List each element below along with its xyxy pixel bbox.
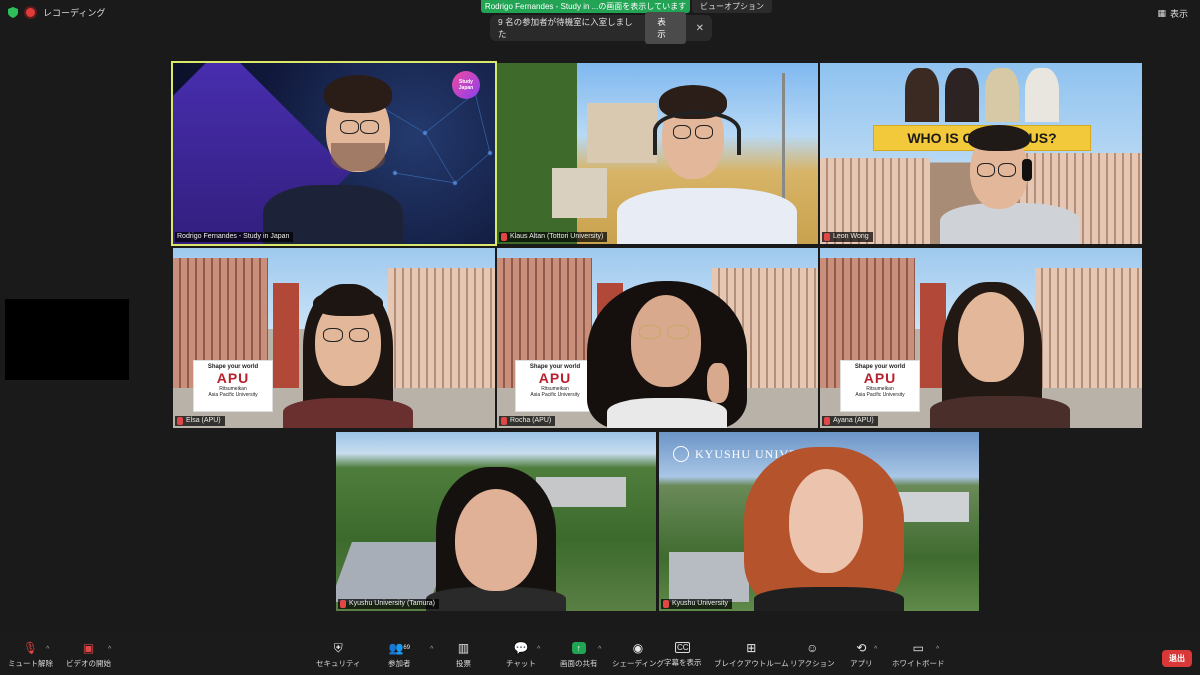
- share-options-caret[interactable]: ^: [598, 646, 601, 653]
- participant-name: Leon Wong: [833, 233, 869, 240]
- participant-name: Klaus Altan (Tottori University): [510, 233, 604, 240]
- grid-icon: ▦: [1157, 8, 1166, 18]
- recording-indicator[interactable]: レコーディング: [8, 6, 105, 19]
- mic-off-icon: 🎙: [22, 641, 39, 655]
- showing-button[interactable]: ◉ シェーディング: [612, 641, 664, 669]
- view-options-button[interactable]: ビューオプション: [692, 0, 772, 13]
- participant-video: [607, 63, 807, 244]
- captions-icon: CC: [675, 642, 691, 653]
- polls-button[interactable]: ▥ 投票: [456, 641, 471, 669]
- shield-icon[interactable]: [8, 7, 18, 18]
- captions-button[interactable]: CC 字幕を表示: [664, 642, 702, 668]
- participant-video: [930, 123, 1090, 244]
- mic-muted-icon: [177, 417, 183, 425]
- breakout-rooms-button[interactable]: ⊞ ブレイクアウトルーム: [714, 641, 789, 669]
- shield-icon: ⛨: [333, 640, 343, 655]
- logo-text: Study Japan: [458, 79, 474, 91]
- share-screen-button[interactable]: ↑ 画面の共有: [560, 642, 598, 669]
- chat-button[interactable]: 💬 チャット: [506, 641, 536, 669]
- participant-name-tag: Kyushu University: [661, 599, 733, 609]
- leave-meeting-button[interactable]: 退出: [1162, 650, 1192, 667]
- participants-icon: 👥 69: [388, 641, 411, 655]
- record-icon: [26, 8, 35, 17]
- participant-name-tag: Rocha (APU): [499, 416, 556, 426]
- participant-name: Ayana (APU): [833, 417, 874, 424]
- video-off-icon: ▣: [82, 641, 95, 655]
- study-japan-logo: Study Japan: [452, 71, 480, 99]
- participants-count: 69: [403, 645, 411, 651]
- participants-button[interactable]: 👥 69 参加者: [388, 641, 411, 669]
- recording-label: レコーディング: [43, 8, 106, 18]
- participant-name-tag: Elsa (APU): [175, 416, 225, 426]
- show-waiting-room-button[interactable]: 表示: [645, 12, 686, 44]
- statue-pedestal: [552, 168, 607, 218]
- mic-muted-icon: [824, 233, 830, 241]
- minimized-self-view[interactable]: [5, 299, 129, 380]
- staff-photos: [905, 68, 1065, 123]
- notification-text: 9 名の参加者が待機室に入室しました: [498, 17, 633, 39]
- participant-name-tag: Klaus Altan (Tottori University): [499, 232, 608, 242]
- participant-name: Kyushu University (Tamura): [349, 600, 435, 607]
- participant-video: [253, 63, 413, 244]
- participant-tile-kyushu-tamura[interactable]: Kyushu University (Tamura): [336, 432, 656, 611]
- waiting-room-notification: 9 名の参加者が待機室に入室しました 表示 ✕: [490, 12, 712, 44]
- participant-name-tag: Rodrigo Fernandes - Study in Japan: [175, 232, 294, 242]
- apps-icon: ⟲: [856, 641, 867, 655]
- participant-name: Elsa (APU): [186, 417, 221, 424]
- participant-tile-ayana[interactable]: Shape your world APU Ritsumeikan Asia Pa…: [820, 248, 1142, 428]
- whiteboard-icon: ▭: [912, 641, 924, 655]
- participant-tile-rodrigo[interactable]: Study Japan Rodrigo Fernandes - Study in…: [171, 61, 497, 246]
- participants-options-caret[interactable]: ^: [430, 646, 433, 653]
- campus-aerial: [669, 552, 749, 602]
- reactions-button[interactable]: ☺ リアクション: [790, 641, 835, 669]
- apu-sign: Shape your world APU Ritsumeikan Asia Pa…: [840, 360, 920, 412]
- whiteboard-options-caret[interactable]: ^: [936, 646, 939, 653]
- participant-video: [920, 278, 1080, 428]
- participant-tile-leon[interactable]: WHO IS ON CAMPUS? Leon Wong: [820, 63, 1142, 244]
- share-screen-icon: ↑: [571, 642, 586, 654]
- participant-tile-rocha[interactable]: Shape your world APU Ritsumeikan Asia Pa…: [497, 248, 818, 428]
- view-button[interactable]: ▦ 表示: [1157, 7, 1188, 20]
- participant-name-tag: Ayana (APU): [822, 416, 878, 426]
- participant-video: [744, 447, 914, 611]
- mic-muted-icon: [501, 417, 507, 425]
- participant-tile-kyushu[interactable]: KYUSHU UNIVERSITY Kyushu University: [659, 432, 979, 611]
- breakout-rooms-icon: ⊞: [746, 641, 757, 655]
- chat-icon: 💬: [513, 641, 529, 655]
- participant-name-tag: Leon Wong: [822, 232, 873, 242]
- participant-tile-elsa[interactable]: Shape your world APU Ritsumeikan Asia Pa…: [173, 248, 495, 428]
- meeting-toolbar: 🎙 ミュート解除 ^ ▣ ビデオの開始 ^ ⛨ セキュリティ 👥 69 参加者 ^…: [0, 638, 1200, 675]
- polls-icon: ▥: [457, 641, 470, 655]
- university-emblem-icon: [673, 446, 689, 462]
- participant-name: Kyushu University: [672, 600, 729, 607]
- start-video-button[interactable]: ▣ ビデオの開始: [66, 641, 111, 669]
- apu-sign: Shape your world APU Ritsumeikan Asia Pa…: [193, 360, 273, 412]
- reaction-icon: ☺: [806, 641, 819, 655]
- mic-muted-icon: [824, 417, 830, 425]
- security-button[interactable]: ⛨ セキュリティ: [316, 640, 361, 669]
- apps-button[interactable]: ⟲ アプリ: [850, 641, 873, 669]
- view-label: 表示: [1169, 9, 1188, 19]
- mute-options-caret[interactable]: ^: [46, 646, 49, 653]
- participant-name: Rodrigo Fernandes - Study in Japan: [177, 233, 290, 240]
- video-options-caret[interactable]: ^: [108, 646, 111, 653]
- participant-video: [421, 467, 571, 611]
- chat-options-caret[interactable]: ^: [537, 646, 540, 653]
- record-icon: ◉: [632, 641, 644, 655]
- apps-options-caret[interactable]: ^: [874, 646, 877, 653]
- participant-video: [273, 278, 423, 428]
- participant-tile-klaus[interactable]: Klaus Altan (Tottori University): [497, 63, 818, 244]
- mic-muted-icon: [340, 600, 346, 608]
- mic-muted-icon: [663, 600, 669, 608]
- participant-name-tag: Kyushu University (Tamura): [338, 599, 439, 609]
- mic-muted-icon: [501, 233, 507, 241]
- participant-video: [567, 273, 767, 428]
- participant-name: Rocha (APU): [510, 417, 552, 424]
- close-icon[interactable]: ✕: [696, 23, 704, 34]
